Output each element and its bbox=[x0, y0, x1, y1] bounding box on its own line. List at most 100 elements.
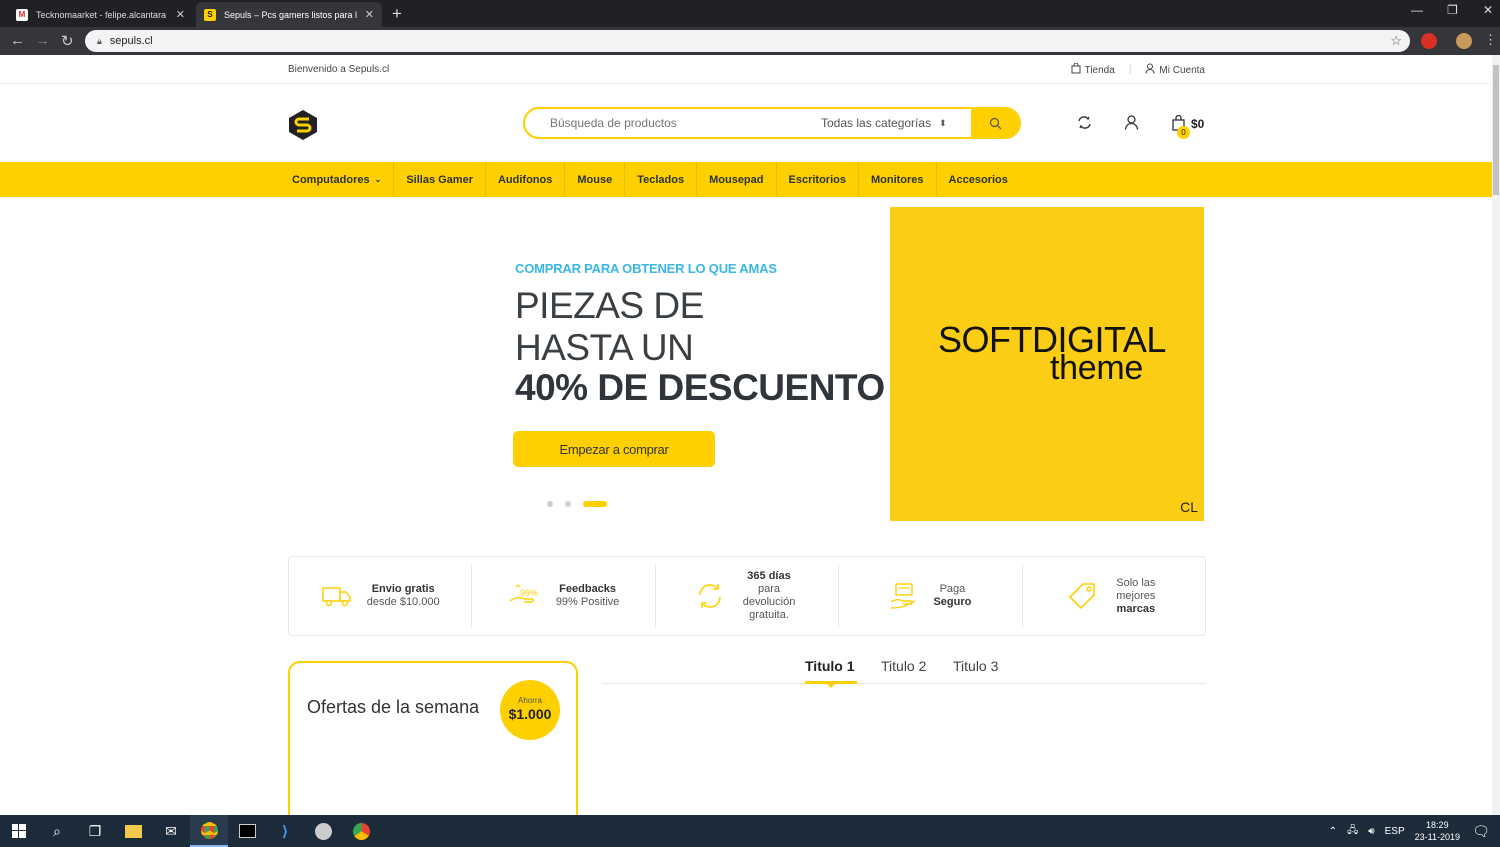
bag-icon bbox=[1071, 62, 1081, 74]
feedback-hand-icon: 99% bbox=[509, 584, 538, 603]
feature-brands: Solo las mejores marcas bbox=[1023, 565, 1205, 627]
divider: | bbox=[1128, 64, 1132, 75]
hero-heading-line-3: 40% DE DESCUENTO bbox=[515, 367, 885, 408]
extension-icon[interactable] bbox=[1421, 33, 1437, 49]
sepuls-logo[interactable] bbox=[288, 109, 318, 141]
slide-dot-1[interactable] bbox=[547, 501, 553, 507]
forward-icon[interactable]: → bbox=[35, 32, 50, 49]
close-window-icon[interactable]: ✕ bbox=[1483, 3, 1493, 17]
close-tab-icon[interactable]: ✕ bbox=[176, 8, 185, 21]
product-tabs: Titulo 1 Titulo 2 Titulo 3 bbox=[602, 656, 1206, 688]
shop-link[interactable]: Tienda bbox=[1071, 62, 1115, 76]
savings-value: $1.000 bbox=[508, 706, 552, 722]
cart-count-badge: 0 bbox=[1177, 126, 1190, 139]
app-icon[interactable] bbox=[304, 815, 342, 847]
welcome-text: Bienvenido a Sepuls.cl bbox=[288, 64, 390, 75]
clock[interactable]: 18:29 23-11-2019 bbox=[1415, 819, 1460, 843]
banner-subtitle: theme bbox=[1050, 349, 1143, 387]
account-link[interactable]: Mi Cuenta bbox=[1145, 63, 1205, 76]
menu-label: Audifonos bbox=[497, 173, 553, 186]
menu-item-monitores[interactable]: Monitores bbox=[859, 162, 937, 197]
network-icon[interactable]: 🖧︎ bbox=[1347, 823, 1358, 840]
menu-item-escritorios[interactable]: Escritorios bbox=[777, 162, 859, 197]
chrome-icon[interactable] bbox=[342, 815, 380, 847]
vscode-icon[interactable]: ⟩ bbox=[266, 815, 304, 847]
menu-label: Accesorios bbox=[948, 173, 1008, 186]
chevron-up-icon[interactable]: ⌃ bbox=[1329, 826, 1337, 837]
account-icon[interactable] bbox=[1124, 115, 1139, 130]
slide-dot-3-active[interactable] bbox=[583, 501, 607, 507]
start-shopping-button[interactable]: Empezar a comprar bbox=[513, 431, 715, 467]
tab-title: Sepuls – Pcs gamers listos para l bbox=[224, 9, 358, 20]
windows-logo-icon bbox=[12, 824, 26, 838]
chevron-down-icon: ⌄ bbox=[374, 175, 382, 184]
url-text: sepuls.cl bbox=[109, 35, 153, 47]
restore-icon[interactable]: ❐ bbox=[1447, 3, 1458, 17]
browser-tab-tecknomaarket[interactable]: M Tecknomaarket - felipe.alcantara ✕ bbox=[8, 2, 193, 27]
banner-corner-text: CL bbox=[1180, 499, 1198, 515]
notifications-icon[interactable]: 🗨︎ bbox=[1462, 815, 1500, 847]
task-view-icon[interactable]: ❐ bbox=[76, 815, 114, 847]
feature-text: desde $10.000 bbox=[366, 596, 440, 608]
feature-text: Paga bbox=[939, 583, 966, 595]
main-menu: Computadores ⌄ Sillas Gamer Audifonos Mou… bbox=[0, 162, 1492, 197]
active-tab-caret-icon bbox=[827, 684, 835, 688]
windows-start-icon[interactable] bbox=[0, 815, 38, 847]
category-select[interactable]: Todas las categorías ⬍ bbox=[821, 116, 971, 130]
terminal-icon[interactable] bbox=[228, 815, 266, 847]
menu-item-computadores[interactable]: Computadores ⌄ bbox=[280, 162, 395, 197]
select-arrows-icon: ⬍ bbox=[939, 117, 947, 128]
feature-returns: 365 días para devolución gratuita. bbox=[656, 565, 840, 627]
slide-dot-2[interactable] bbox=[565, 501, 571, 507]
weekly-offers-card: Ofertas de la semana Ahorra $1.000 bbox=[288, 661, 578, 815]
menu-item-accesorios[interactable]: Accesorios bbox=[937, 162, 1020, 197]
clock-date: 23-11-2019 bbox=[1414, 832, 1460, 842]
search-input[interactable] bbox=[525, 116, 821, 130]
address-bar[interactable]: 🔒︎ sepuls.cl ☆ bbox=[85, 30, 1410, 52]
browser-menu-icon[interactable]: ⋮ bbox=[1484, 32, 1497, 48]
compare-icon[interactable] bbox=[1077, 115, 1092, 130]
minimize-icon[interactable]: — bbox=[1411, 3, 1423, 17]
cart-total[interactable]: $0 bbox=[1191, 117, 1204, 131]
search-icon[interactable]: ⌕ bbox=[38, 815, 76, 847]
scrollbar-thumb[interactable] bbox=[1493, 65, 1499, 195]
close-tab-icon[interactable]: ✕ bbox=[365, 8, 374, 21]
menu-item-mouse[interactable]: Mouse bbox=[565, 162, 626, 197]
volume-icon[interactable]: 🔊︎ bbox=[1368, 826, 1374, 837]
user-icon bbox=[1145, 63, 1155, 74]
hero-heading-line-2: HASTA UN bbox=[515, 327, 694, 368]
windows-taskbar: ⌕ ❐ ✉ ⟩ ⌃ 🖧︎ 🔊︎ ESP 18:29 23-11-2019 🗨︎ bbox=[0, 815, 1500, 847]
search-button[interactable] bbox=[971, 109, 1019, 137]
menu-label: Mousepad bbox=[709, 173, 764, 186]
back-icon[interactable]: ← bbox=[10, 32, 25, 49]
browser-tab-sepuls[interactable]: S Sepuls – Pcs gamers listos para l ✕ bbox=[196, 2, 382, 27]
new-tab-icon[interactable]: + bbox=[392, 4, 402, 24]
menu-label: Escritorios bbox=[788, 173, 846, 186]
bookmark-star-icon[interactable]: ☆ bbox=[1390, 33, 1402, 49]
file-explorer-icon[interactable] bbox=[114, 815, 152, 847]
mail-icon[interactable]: ✉ bbox=[152, 815, 190, 847]
tab-titulo-3[interactable]: Titulo 3 bbox=[953, 658, 998, 674]
tab-titulo-2[interactable]: Titulo 2 bbox=[881, 658, 926, 674]
menu-item-mousepad[interactable]: Mousepad bbox=[697, 162, 777, 197]
feature-title: 365 días bbox=[747, 570, 791, 582]
feature-secure-payment: Paga Seguro bbox=[839, 565, 1023, 627]
category-label: Todas las categorías bbox=[821, 116, 932, 130]
feature-title: Envio gratis bbox=[371, 583, 435, 595]
menu-item-audifonos[interactable]: Audifonos bbox=[486, 162, 566, 197]
menu-label: Monitores bbox=[870, 173, 924, 186]
page-scrollbar[interactable] bbox=[1492, 55, 1500, 815]
account-label: Mi Cuenta bbox=[1159, 65, 1205, 76]
menu-label: Sillas Gamer bbox=[406, 173, 473, 186]
menu-item-teclados[interactable]: Teclados bbox=[625, 162, 698, 197]
language-indicator[interactable]: ESP bbox=[1385, 826, 1405, 837]
reload-icon[interactable]: ↻ bbox=[61, 32, 74, 50]
menu-item-sillas-gamer[interactable]: Sillas Gamer bbox=[394, 162, 486, 197]
tab-titulo-1[interactable]: Titulo 1 bbox=[805, 658, 855, 674]
secure-payment-icon bbox=[891, 583, 916, 609]
chrome-icon[interactable] bbox=[190, 815, 228, 847]
menu-label: Teclados bbox=[637, 173, 685, 186]
profile-avatar-icon[interactable] bbox=[1456, 33, 1472, 49]
features-strip: Envio gratis desde $10.000 99% Feedbacks 9… bbox=[288, 556, 1206, 636]
savings-label: Ahorra bbox=[517, 696, 542, 705]
